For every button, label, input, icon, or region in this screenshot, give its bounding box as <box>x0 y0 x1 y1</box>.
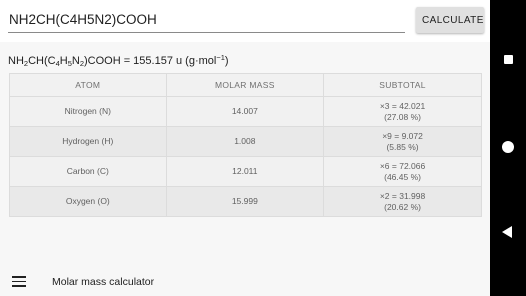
formula-input-row: CALCULATE <box>0 0 490 42</box>
cell-atom: Nitrogen (N) <box>9 96 167 127</box>
cell-molar-mass: 12.011 <box>165 156 325 187</box>
header-molar-mass: MOLAR MASS <box>165 73 325 97</box>
formula-input[interactable] <box>8 8 405 33</box>
subtotal-value: ×6 = 72.066 <box>379 160 426 171</box>
subtotal-percent: (5.85 %) <box>386 141 419 152</box>
home-circle-icon[interactable] <box>502 141 514 153</box>
subtotal-percent: (20.62 %) <box>384 201 421 212</box>
cell-subtotal: ×3 = 42.021 (27.08 %) <box>323 96 482 127</box>
header-atom: ATOM <box>9 73 167 97</box>
subtotal-value: ×2 = 31.998 <box>379 190 426 201</box>
cell-atom: Oxygen (O) <box>9 186 167 217</box>
cell-molar-mass: 1.008 <box>165 126 325 157</box>
table-row: Hydrogen (H) 1.008 ×9 = 9.072 (5.85 %) <box>9 126 482 157</box>
subtotal-value: ×9 = 9.072 <box>382 130 423 141</box>
cell-subtotal: ×9 = 9.072 (5.85 %) <box>323 126 482 157</box>
header-subtotal: SUBTOTAL <box>323 73 482 97</box>
cell-subtotal: ×6 = 72.066 (46.45 %) <box>323 156 482 187</box>
back-triangle-icon[interactable] <box>502 226 512 238</box>
composition-table: ATOM MOLAR MASS SUBTOTAL Nitrogen (N) 14… <box>9 73 482 217</box>
hamburger-menu-icon[interactable] <box>12 276 26 287</box>
cell-atom: Hydrogen (H) <box>9 126 167 157</box>
recents-square-icon[interactable] <box>504 55 513 64</box>
cell-atom: Carbon (C) <box>9 156 167 187</box>
subtotal-percent: (46.45 %) <box>384 171 421 182</box>
table-row: Oxygen (O) 15.999 ×2 = 31.998 (20.62 %) <box>9 186 482 217</box>
cell-subtotal: ×2 = 31.998 (20.62 %) <box>323 186 482 217</box>
app-screen: CALCULATE NH2CH(C4H5N2)COOH = 155.157 u … <box>0 0 490 296</box>
table-header-row: ATOM MOLAR MASS SUBTOTAL <box>9 73 482 97</box>
subtotal-value: ×3 = 42.021 <box>379 100 426 111</box>
app-title: Molar mass calculator <box>52 276 155 288</box>
molar-mass-result: NH2CH(C4H5N2)COOH = 155.157 u (g·mol−1) <box>8 53 229 68</box>
subtotal-percent: (27.08 %) <box>384 111 421 122</box>
bottom-app-bar: Molar mass calculator <box>0 267 490 296</box>
cell-molar-mass: 14.007 <box>165 96 325 127</box>
cell-molar-mass: 15.999 <box>165 186 325 217</box>
calculate-button[interactable]: CALCULATE <box>416 7 484 33</box>
table-row: Nitrogen (N) 14.007 ×3 = 42.021 (27.08 %) <box>9 96 482 127</box>
table-row: Carbon (C) 12.011 ×6 = 72.066 (46.45 %) <box>9 156 482 187</box>
